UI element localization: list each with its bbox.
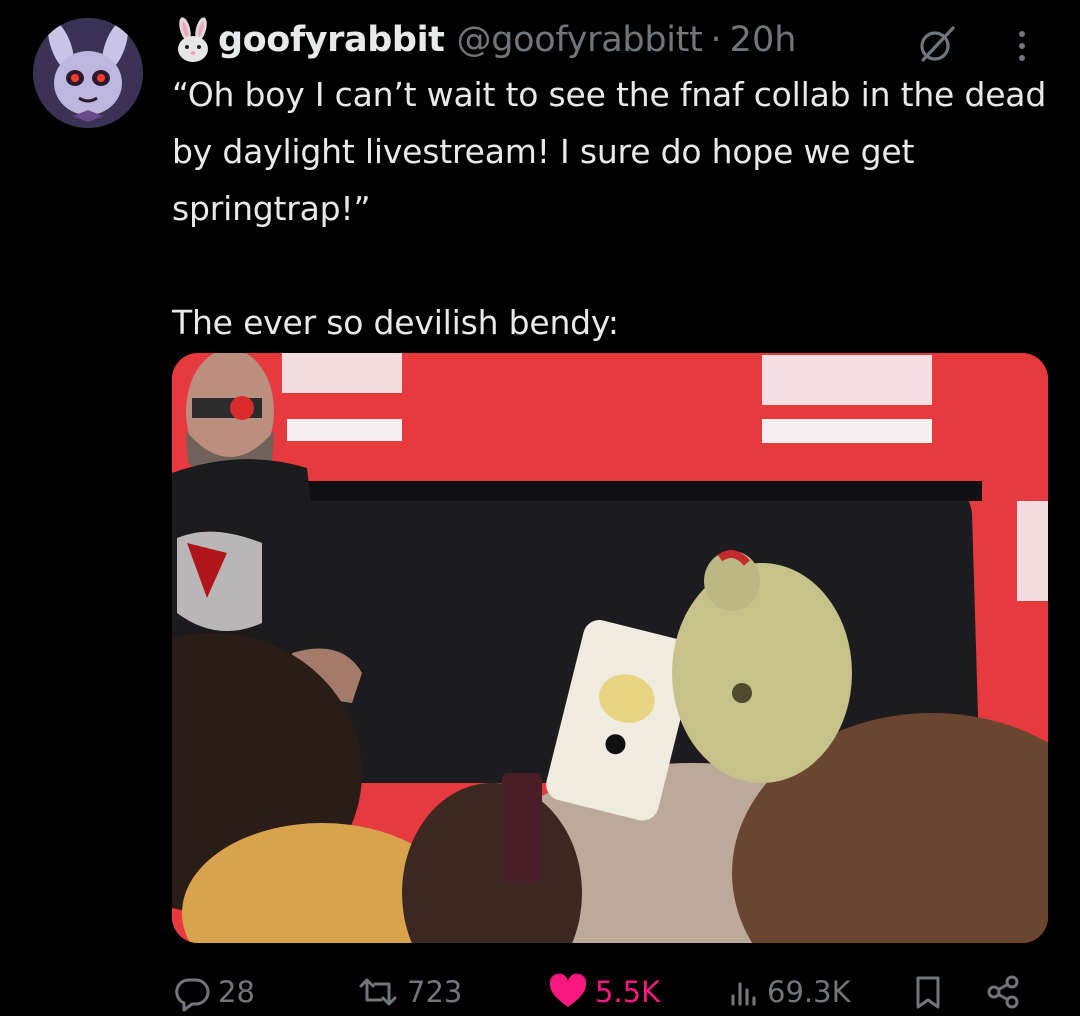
action-bar: 28 723 5.5K 69.3K — [172, 968, 1042, 1016]
reply-icon — [175, 978, 210, 1012]
repost-icon — [359, 978, 397, 1006]
post-text: “Oh boy I can’t wait to see the fnaf col… — [172, 66, 1052, 351]
like-count: 5.5K — [595, 975, 661, 1009]
post-paragraph: The ever so devilish bendy: — [172, 303, 619, 342]
timestamp[interactable]: 20h — [730, 20, 797, 60]
grok-icon[interactable] — [913, 20, 961, 68]
reply-count: 28 — [218, 975, 255, 1009]
bookmark-icon — [916, 976, 940, 1009]
views-icon — [731, 982, 756, 1006]
bookmark-button[interactable] — [910, 968, 952, 1016]
more-icon[interactable] — [1010, 20, 1034, 68]
views-count: 69.3K — [767, 975, 851, 1009]
share-icon — [987, 975, 1019, 1009]
views-button[interactable]: 69.3K — [727, 968, 851, 1016]
user-handle[interactable]: @goofyrabbitt — [457, 20, 703, 60]
post-header: goofyrabbit @goofyrabbitt · 20h — [172, 14, 796, 66]
post-media[interactable] — [172, 353, 1048, 943]
media-image — [172, 353, 1048, 943]
reply-button[interactable]: 28 — [172, 968, 255, 1016]
like-icon — [549, 973, 587, 1007]
share-button[interactable] — [984, 968, 1030, 1016]
bunny-emoji-icon — [172, 16, 214, 64]
repost-count: 723 — [407, 975, 463, 1009]
display-name[interactable]: goofyrabbit — [218, 20, 445, 60]
like-button[interactable]: 5.5K — [547, 968, 660, 1016]
avatar[interactable] — [33, 18, 143, 128]
avatar-image — [33, 18, 143, 128]
repost-button[interactable]: 723 — [355, 968, 462, 1016]
separator: · — [710, 20, 722, 60]
post-paragraph: “Oh boy I can’t wait to see the fnaf col… — [172, 75, 1047, 228]
